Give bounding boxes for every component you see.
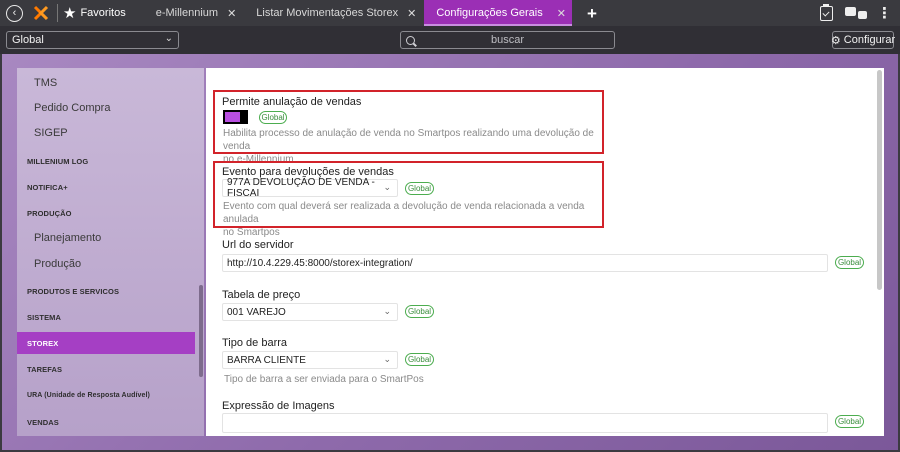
imagens-label: Expressão de Imagens (222, 400, 335, 412)
chevron-down-icon: ⌄ (383, 354, 391, 364)
sidebar-item-label: TMS (34, 77, 58, 89)
chevron-down-icon: ⌄ (383, 306, 391, 316)
configure-button[interactable]: ⚙ Configurar (830, 31, 896, 49)
chevron-down-icon: ⌄ (164, 33, 173, 44)
barra-help: Tipo de barra a ser enviada para o Smart… (224, 374, 424, 385)
help-line: no Smartpos (223, 227, 280, 238)
app-logo-icon (33, 5, 49, 21)
sidebar-item-label: PRODUTOS E SERVICOS (27, 286, 120, 296)
tab-e-millennium[interactable]: e-Millennium ✕ (146, 0, 237, 26)
add-tab-button[interactable]: + (587, 5, 597, 22)
sidebar-item-label: TAREFAS (27, 364, 63, 374)
anulacao-label: Permite anulação de vendas (222, 96, 362, 108)
clipboard-check-icon[interactable] (820, 3, 833, 21)
sidebar-item-tms[interactable]: TMS (17, 75, 195, 91)
gear-icon: ⚙ (830, 34, 841, 47)
global-badge: Global (405, 305, 434, 318)
toggle-track (225, 112, 240, 122)
sidebar-item-label: MILLENIUM LOG (27, 156, 89, 166)
global-badge: Global (405, 353, 434, 366)
chevron-down-icon: ⌄ (383, 182, 391, 192)
sidebar-item-produtos-servicos[interactable]: PRODUTOS E SERVICOS (17, 283, 195, 299)
tabela-select[interactable]: 001 VAREJO ⌄ (222, 303, 398, 321)
toolbar: Global ⌄ buscar ⚙ Configurar (0, 26, 900, 54)
scope-select[interactable]: Global ⌄ (6, 31, 179, 49)
divider (57, 4, 58, 22)
sidebar-item-producao[interactable]: PRODUÇÃO (17, 205, 195, 221)
help-line: Habilita processo de anulação de venda n… (223, 128, 594, 152)
tab-configuracoes-gerais[interactable]: Configurações Gerais ✕ (424, 0, 572, 26)
evento-select-value: 977A DEVOLUÇÃO DE VENDA - FISCAI (227, 177, 375, 199)
anulacao-toggle[interactable] (223, 110, 248, 124)
global-badge: Global (835, 415, 864, 428)
sidebar-item-notifica[interactable]: NOTIFICA+ (17, 179, 195, 195)
sidebar-item-label: STOREX (27, 338, 59, 348)
url-input-value: http://10.4.229.45:8000/storex-integrati… (227, 257, 413, 269)
sidebar-item-label: NOTIFICA+ (27, 182, 68, 192)
sidebar-item-planejamento[interactable]: Planejamento (17, 230, 195, 246)
configure-button-label: Configurar (843, 34, 896, 46)
sidebar: TMS Pedido Compra SIGEP MILLENIUM LOG NO… (17, 68, 204, 436)
search-input[interactable]: buscar (400, 31, 615, 49)
close-icon[interactable]: ✕ (407, 7, 416, 20)
tab-label: Listar Movimentações Storex (256, 7, 399, 19)
more-vertical-icon[interactable]: ⋮ (877, 6, 892, 21)
search-placeholder: buscar (490, 34, 525, 46)
sidebar-item-tarefas[interactable]: TAREFAS (17, 361, 195, 377)
sidebar-scrollbar[interactable] (199, 285, 203, 377)
tabela-select-value: 001 VAREJO (227, 306, 286, 318)
sidebar-item-label: PRODUÇÃO (27, 208, 72, 218)
tab-label: e-Millennium (155, 7, 219, 19)
sidebar-item-producao-sub[interactable]: Produção (17, 256, 195, 272)
favorites-button[interactable]: ★ Favoritos (63, 6, 126, 21)
sidebar-item-vendas[interactable]: VENDAS (17, 414, 195, 430)
sidebar-item-sistema[interactable]: SISTEMA (17, 309, 195, 325)
sidebar-item-ura[interactable]: URA (Unidade de Resposta Audível) (17, 387, 195, 403)
url-input[interactable]: http://10.4.229.45:8000/storex-integrati… (222, 254, 828, 272)
barra-select-value: BARRA CLIENTE (227, 354, 306, 366)
top-right-actions: ⋮ (820, 0, 900, 26)
chat-icon[interactable] (845, 7, 867, 19)
scope-select-value: Global (12, 34, 44, 46)
sidebar-item-storex[interactable]: STOREX (17, 332, 195, 354)
tab-label: Configurações Gerais (436, 7, 543, 19)
sidebar-item-sigep[interactable]: SIGEP (17, 125, 195, 141)
evento-select[interactable]: 977A DEVOLUÇÃO DE VENDA - FISCAI ⌄ (222, 177, 398, 199)
imagens-input[interactable] (222, 413, 828, 433)
sidebar-item-label: Pedido Compra (34, 102, 111, 114)
barra-select[interactable]: BARRA CLIENTE ⌄ (222, 351, 398, 369)
favorites-label: Favoritos (80, 7, 126, 19)
sidebar-item-pedido-compra[interactable]: Pedido Compra (17, 100, 195, 116)
sidebar-item-millenium-log[interactable]: MILLENIUM LOG (17, 153, 195, 169)
barra-label: Tipo de barra (222, 337, 288, 349)
close-icon[interactable]: ✕ (227, 7, 236, 20)
sidebar-item-label: URA (Unidade de Resposta Audível) (27, 391, 150, 399)
sidebar-item-label: VENDAS (27, 417, 59, 427)
back-icon[interactable]: ‹ (6, 4, 23, 22)
tabela-label: Tabela de preço (222, 289, 301, 301)
sidebar-item-label: Produção (34, 258, 82, 270)
global-badge: Global (259, 111, 287, 124)
sidebar-item-label: SISTEMA (27, 312, 62, 322)
top-tab-bar: ‹ ★ Favoritos e-Millennium ✕ Listar Movi… (0, 0, 900, 26)
settings-scrollbar[interactable] (877, 70, 882, 290)
star-icon: ★ (63, 4, 77, 22)
tab-listar-movimentacoes[interactable]: Listar Movimentações Storex ✕ (246, 0, 416, 26)
evento-help: Evento com qual deverá ser realizada a d… (223, 200, 603, 239)
help-line: Evento com qual deverá ser realizada a d… (223, 201, 585, 225)
sidebar-item-label: SIGEP (34, 127, 68, 139)
global-badge: Global (835, 256, 864, 269)
global-badge: Global (405, 182, 434, 195)
sidebar-item-label: Planejamento (34, 232, 102, 244)
url-label: Url do servidor (222, 239, 294, 251)
close-icon[interactable]: ✕ (557, 7, 566, 20)
